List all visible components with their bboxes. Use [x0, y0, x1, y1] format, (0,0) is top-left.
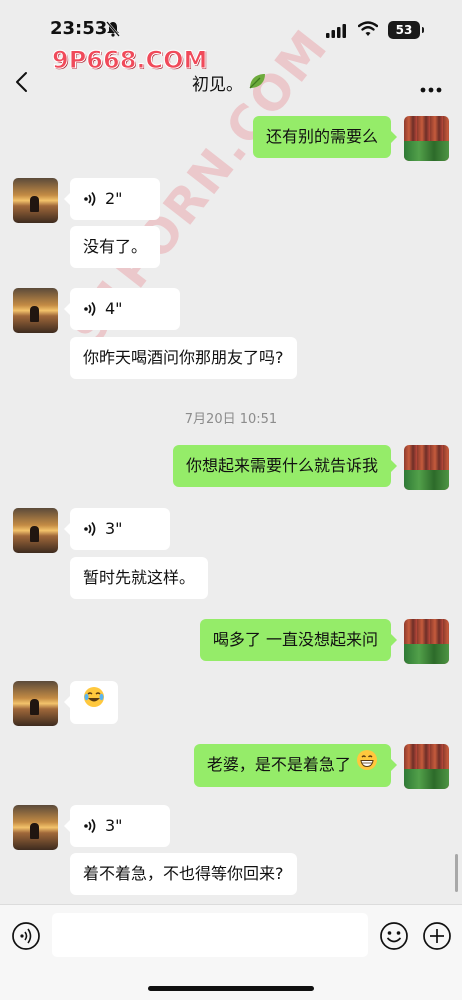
- voice-message[interactable]: 4": [64, 288, 180, 330]
- contact-avatar[interactable]: [13, 508, 58, 553]
- received-message[interactable]: 没有了。: [70, 226, 161, 268]
- voice-toggle-icon[interactable]: [11, 921, 41, 955]
- sent-message[interactable]: 你想起来需要什么就告诉我: [172, 445, 398, 487]
- emoji-icon[interactable]: [379, 921, 409, 955]
- message-input[interactable]: [52, 913, 368, 957]
- voice-duration: 4": [105, 299, 123, 318]
- voice-wave-icon: [84, 521, 96, 537]
- voice-wave-icon: [84, 191, 96, 207]
- my-avatar[interactable]: [404, 116, 449, 161]
- my-avatar[interactable]: [404, 619, 449, 664]
- voice-duration: 2": [105, 189, 123, 208]
- sent-message[interactable]: 喝多了 一直没想起来问: [199, 619, 398, 661]
- signal-icon: [326, 23, 348, 42]
- chat-title: 初见。: [192, 75, 243, 95]
- voice-message[interactable]: 3": [64, 805, 170, 847]
- leaf-icon: [247, 71, 267, 95]
- message-timestamp: 7月20日 10:51: [184, 412, 278, 427]
- contact-avatar[interactable]: [13, 805, 58, 850]
- battery-icon: 53: [388, 21, 424, 39]
- contact-avatar[interactable]: [13, 178, 58, 223]
- grin-emoji: [356, 745, 378, 787]
- home-indicator: [148, 986, 314, 991]
- contact-avatar[interactable]: [13, 681, 58, 726]
- emoji-message[interactable]: [64, 681, 118, 724]
- sent-message-text: 老婆，是不是着急了: [206, 755, 351, 774]
- received-message[interactable]: 暂时先就这样。: [70, 557, 209, 599]
- scrollbar-thumb[interactable]: [455, 854, 458, 892]
- sent-message[interactable]: 老婆，是不是着急了: [193, 744, 398, 787]
- chevron-left-icon[interactable]: [14, 70, 30, 98]
- voice-message[interactable]: 3": [64, 508, 170, 550]
- voice-duration: 3": [105, 816, 123, 835]
- wifi-icon: [357, 21, 379, 41]
- plus-icon[interactable]: [422, 921, 452, 955]
- voice-wave-icon: [84, 818, 96, 834]
- voice-duration: 3": [105, 519, 123, 538]
- more-dots-icon[interactable]: [420, 78, 442, 97]
- my-avatar[interactable]: [404, 744, 449, 789]
- contact-avatar[interactable]: [13, 288, 58, 333]
- my-avatar[interactable]: [404, 445, 449, 490]
- status-bar: 23:53 53: [0, 0, 462, 44]
- bell-mute-icon: [106, 21, 120, 41]
- laugh-cry-emoji: [83, 682, 105, 724]
- received-message[interactable]: 着不着急，不也得等你回来?: [70, 853, 297, 895]
- status-time: 23:53: [50, 18, 108, 39]
- voice-message[interactable]: 2": [64, 178, 160, 220]
- voice-wave-icon: [84, 301, 96, 317]
- received-message[interactable]: 你昨天喝酒问你那朋友了吗?: [70, 337, 297, 379]
- sent-message[interactable]: 还有别的需要么: [252, 116, 398, 158]
- chat-messages[interactable]: 还有别的需要么 2" 没有了。 4" 你昨天喝酒问你那朋友了吗? 7月20日 1…: [0, 104, 462, 904]
- nav-bar: 初见。: [0, 62, 462, 102]
